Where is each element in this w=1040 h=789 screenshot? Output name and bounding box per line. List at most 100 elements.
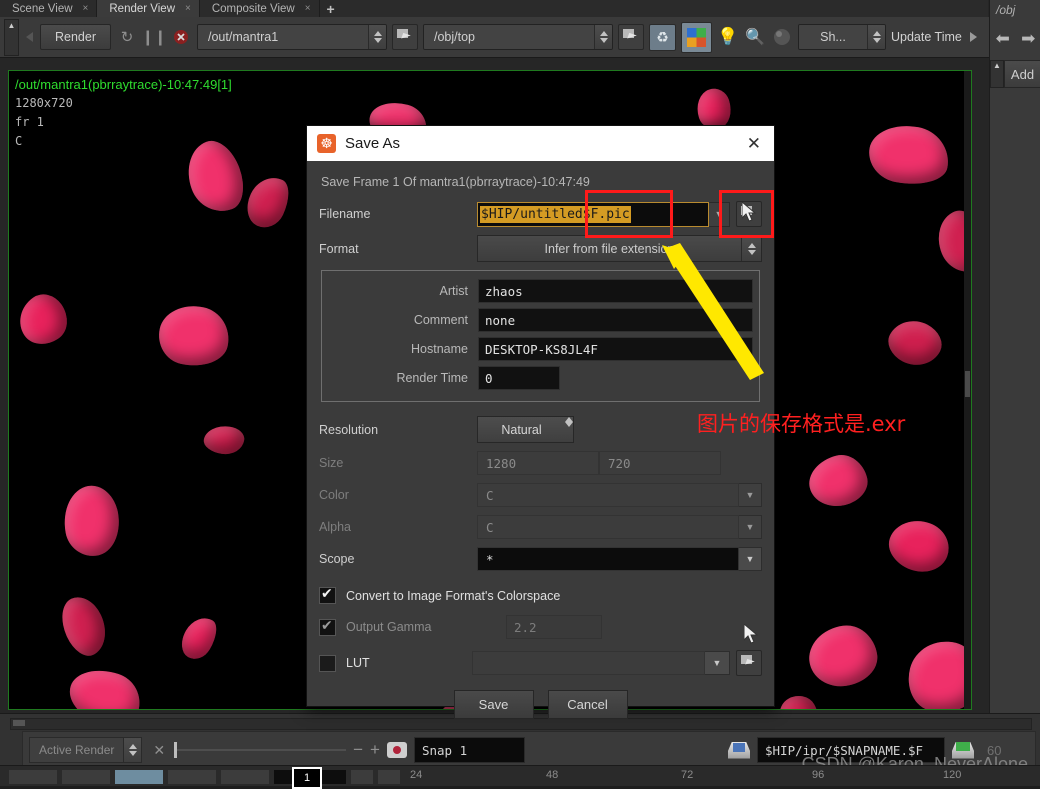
close-icon[interactable]: ✕	[744, 134, 764, 154]
dialog-title: Save As	[345, 135, 401, 152]
annotation-box-filename	[585, 190, 673, 238]
format-spinner[interactable]	[741, 236, 761, 261]
render-resolution: 1280x720	[15, 96, 73, 110]
shading-mode-field[interactable]: Sh...	[798, 24, 886, 50]
close-icon[interactable]: ×	[305, 3, 311, 14]
dock-scroll-up-icon[interactable]: ▲	[990, 60, 1004, 88]
obj-picker-icon[interactable]	[618, 24, 644, 50]
chevron-down-icon[interactable]: ▼	[705, 651, 730, 675]
arrow-left-icon[interactable]: ⬅	[996, 29, 1010, 49]
convert-colorspace-row[interactable]: Convert to Image Format's Colorspace	[319, 585, 762, 604]
lut-browse-icon[interactable]	[736, 650, 762, 676]
size-fields: 1280 720	[477, 451, 721, 475]
scope-label: Scope	[319, 552, 355, 566]
comment-input[interactable]: none	[478, 308, 753, 332]
convert-colorspace-checkbox[interactable]	[319, 585, 336, 604]
active-render-field[interactable]: Active Render	[29, 737, 143, 763]
timeline-tick-label: 48	[546, 769, 559, 781]
petal-shape	[202, 423, 246, 457]
format-select[interactable]: Infer from file extension	[477, 235, 762, 262]
close-icon[interactable]: ×	[185, 3, 191, 14]
view-tabbar: Scene View × Render View × Composite Vie…	[0, 0, 988, 18]
artist-input[interactable]: zhaos	[478, 279, 753, 303]
scrollbar-grip[interactable]	[965, 371, 970, 397]
sphere-icon[interactable]	[771, 26, 793, 48]
update-time-label[interactable]: Update Time	[891, 30, 962, 44]
timeline-tick-label: 72	[681, 769, 694, 781]
petal-shape	[9, 286, 77, 354]
light-bulb-icon[interactable]: 💡	[717, 26, 739, 48]
tab-scene-view[interactable]: Scene View ×	[0, 0, 98, 17]
rop-picker-icon[interactable]	[392, 24, 418, 50]
rop-path-spinner[interactable]	[368, 25, 386, 49]
tab-render-view[interactable]: Render View ×	[97, 0, 200, 17]
output-gamma-input: 2.2	[506, 615, 602, 639]
lut-field[interactable]: ▼	[472, 651, 730, 675]
petal-shape	[53, 590, 115, 662]
rop-path-field[interactable]: /out/mantra1	[197, 24, 387, 50]
toolbar-next-icon[interactable]	[969, 32, 977, 42]
render-view-scrollbar[interactable]	[964, 71, 971, 709]
timeline-bar[interactable]: 24 48 72 96 120 1	[0, 765, 1040, 789]
render-progress-slider[interactable]: − +	[174, 740, 380, 760]
output-gamma-label: Output Gamma	[346, 620, 432, 634]
scope-select[interactable]: * ▼	[477, 547, 762, 571]
snapshot-field[interactable]: Snap 1	[413, 737, 525, 763]
panel-scrollbar-handle[interactable]	[13, 720, 25, 726]
arrow-right-icon[interactable]: ➡	[1021, 29, 1035, 49]
houdini-window: Scene View × Render View × Composite Vie…	[0, 0, 1040, 789]
refresh-icon[interactable]: ↻	[116, 26, 138, 48]
dialog-titlebar[interactable]: ☸ Save As ✕	[307, 126, 774, 161]
dialog-footer: Save Cancel	[319, 690, 762, 719]
render-time-input[interactable]: 0	[478, 366, 560, 390]
recycle-icon[interactable]: ♻	[649, 23, 676, 51]
save-button[interactable]: Save	[453, 690, 534, 719]
toolbar-scroll-up-icon[interactable]: ▲	[4, 18, 19, 56]
stop-icon[interactable]	[170, 26, 192, 48]
obj-path-spinner[interactable]	[594, 25, 612, 49]
add-tab-icon[interactable]: +	[319, 0, 342, 17]
close-icon[interactable]: ×	[83, 3, 89, 14]
zoom-out-icon[interactable]: −	[353, 740, 363, 760]
clear-render-icon[interactable]: ✕	[149, 742, 169, 759]
network-dock: /obj ⬅ ➡ ▲ Add	[989, 0, 1040, 713]
tab-composite-view[interactable]: Composite View ×	[199, 0, 320, 17]
resolution-select[interactable]: Natural	[477, 416, 574, 443]
magnifier-icon[interactable]: 🔍	[744, 26, 766, 48]
lut-row[interactable]: LUT ▼	[319, 650, 762, 676]
lut-label: LUT	[346, 656, 370, 670]
chevron-down-icon[interactable]: ▼	[739, 547, 762, 571]
resolution-row: Resolution Natural	[319, 416, 762, 443]
scope-value[interactable]: *	[477, 547, 739, 571]
petal-shape	[770, 688, 828, 709]
lut-input[interactable]	[472, 651, 705, 675]
filename-row: Filename $HIP/untitled$F.pic ▼	[319, 201, 762, 227]
output-gamma-checkbox	[319, 617, 336, 636]
camera-icon[interactable]	[386, 742, 407, 758]
active-render-spinner[interactable]	[123, 738, 142, 762]
render-title: /out/mantra1(pbrraytrace)-10:47:49[1]	[15, 77, 232, 92]
zoom-in-icon[interactable]: +	[370, 740, 380, 760]
hostname-input[interactable]: DESKTOP-KS8JL4F	[478, 337, 753, 361]
panel-scrollbar[interactable]	[10, 718, 1032, 730]
color-swatch-icon[interactable]	[681, 21, 712, 53]
cancel-button[interactable]: Cancel	[547, 690, 628, 719]
size-row: Size 1280 720	[319, 451, 762, 475]
resolution-spinner[interactable]	[565, 417, 573, 442]
tab-label: Scene View	[12, 2, 73, 15]
save-image-icon[interactable]	[728, 741, 750, 759]
petal-shape	[805, 621, 881, 691]
dock-nav: ⬅ ➡	[990, 26, 1040, 52]
render-button[interactable]: Render	[40, 24, 111, 50]
current-frame-marker[interactable]: 1	[292, 767, 322, 789]
resolution-value: Natural	[501, 422, 542, 437]
obj-path-field[interactable]: /obj/top	[423, 24, 613, 50]
convert-colorspace-label: Convert to Image Format's Colorspace	[346, 588, 561, 603]
hostname-label: Hostname	[411, 342, 468, 356]
lut-checkbox[interactable]	[319, 654, 336, 672]
houdini-logo-icon: ☸	[317, 134, 336, 153]
toolbar-prev-icon[interactable]	[26, 32, 33, 42]
shading-mode-spinner[interactable]	[867, 25, 885, 49]
add-node-button[interactable]: Add	[1004, 60, 1040, 88]
pause-icon[interactable]: ❙❙	[141, 26, 166, 48]
